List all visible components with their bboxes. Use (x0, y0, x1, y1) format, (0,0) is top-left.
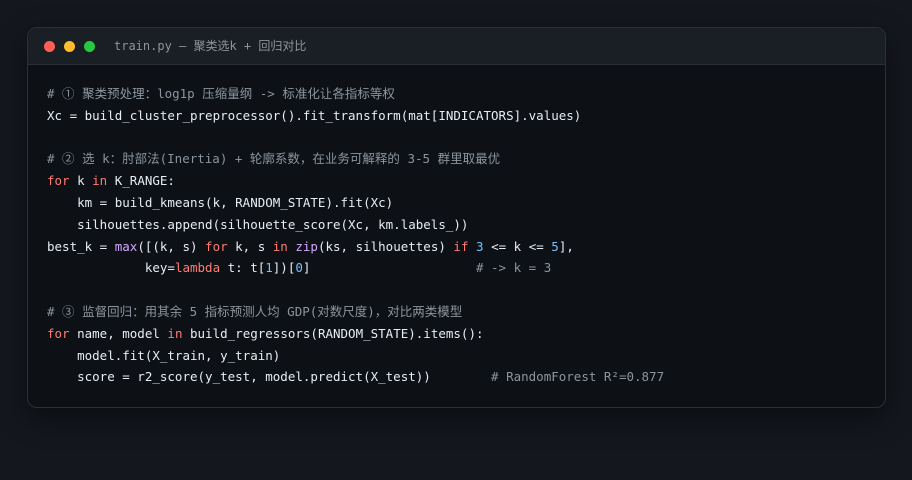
code-token-comment: # ② 选 k：肘部法(Inertia) + 轮廓系数，在业务可解释的 3-5 … (47, 151, 501, 167)
code-token-number: 1 (265, 260, 273, 276)
code-line: score = r2_score(y_test, model.predict(X… (47, 366, 664, 388)
code-line: # ② 选 k：肘部法(Inertia) + 轮廓系数，在业务可解释的 3-5 … (47, 148, 664, 170)
code-token-keyword: for (47, 173, 70, 189)
code-token-keyword: in (92, 173, 108, 189)
code-token-keyword: if (453, 238, 469, 254)
code-token-builtin: max (114, 238, 138, 254)
code-token-comment: # -> k = 3 (475, 260, 552, 276)
code-token-keyword: for (205, 238, 228, 254)
code-line: key=lambda t: t[1])[0] # -> k = 3 (47, 257, 664, 279)
maximize-button[interactable] (84, 41, 95, 52)
close-button[interactable] (44, 41, 55, 52)
code-token-keyword: in (272, 238, 288, 254)
code-token-keyword: lambda (174, 260, 221, 276)
code-token-plain: ([(k, s) (137, 238, 206, 254)
code-token-number: 5 (551, 238, 559, 254)
code-line: km = build_kmeans(k, RANDOM_STATE).fit(X… (47, 192, 664, 214)
code-token-plain: <= k <= (483, 238, 552, 254)
code-token-plain: (ks, silhouettes) (317, 238, 454, 254)
code-line: Xc = build_cluster_preprocessor().fit_tr… (47, 105, 664, 127)
code-token-plain: K_RANGE: (107, 173, 175, 189)
code-token-plain: ], (558, 238, 574, 254)
code-token-comment: # ① 聚类预处理：log1p 压缩量纲 -> 标准化让各指标等权 (47, 86, 395, 101)
code-line: best_k = max([(k, s) for k, s in zip(ks,… (47, 236, 664, 258)
code-block[interactable]: # ① 聚类预处理：log1p 压缩量纲 -> 标准化让各指标等权 Xc = bu… (47, 83, 664, 388)
code-token-plain: best_k = (47, 238, 115, 254)
code-token-plain: k, s (227, 238, 273, 254)
code-token-plain: model.fit(X_train, y_train) (47, 347, 281, 363)
code-token-plain: build_regressors(RANDOM_STATE).items(): (182, 325, 484, 341)
code-token-comment: # ③ 监督回归：用其余 5 指标预测人均 GDP(对数尺度)，对比两类模型 (47, 303, 463, 319)
code-token-comment: # RandomForest R²=0.877 (491, 369, 665, 385)
code-line: for name, model in build_regressors(RAND… (47, 323, 664, 345)
code-line: for k in K_RANGE: (47, 170, 664, 192)
code-token-plain: name, model (69, 325, 168, 341)
code-token-plain: t: t[ (220, 260, 266, 276)
code-token-builtin: zip (295, 238, 318, 254)
code-line: silhouettes.append(silhouette_score(Xc, … (47, 214, 664, 236)
code-line: model.fit(X_train, y_train) (47, 345, 664, 367)
code-token-plain: k (69, 173, 93, 189)
code-token-plain: Xc = build_cluster_preprocessor().fit_tr… (47, 107, 582, 123)
code-token-plain: km = build_kmeans(k, RANDOM_STATE).fit(X… (47, 194, 394, 210)
code-token-keyword: for (47, 325, 70, 341)
code-token-plain: silhouettes.append(silhouette_score(Xc, … (47, 216, 469, 232)
code-window: train.py — 聚类选k + 回归对比 # ① 聚类预处理：log1p 压… (27, 27, 886, 408)
title-bar[interactable]: train.py — 聚类选k + 回归对比 (28, 28, 885, 65)
code-token-plain: score = r2_score(y_test, model.predict(X… (47, 369, 492, 385)
code-token-plain: key= (47, 260, 175, 276)
code-token-number: 0 (295, 260, 303, 276)
code-token-keyword: in (167, 325, 183, 341)
code-token-number: 3 (476, 238, 484, 254)
window-title: train.py — 聚类选k + 回归对比 (114, 39, 307, 53)
minimize-button[interactable] (64, 41, 75, 52)
code-token-plain: ])[ (272, 260, 296, 276)
code-line: # ① 聚类预处理：log1p 压缩量纲 -> 标准化让各指标等权 (47, 83, 664, 105)
code-token-plain: ] (302, 260, 476, 276)
code-line: # ③ 监督回归：用其余 5 指标预测人均 GDP(对数尺度)，对比两类模型 (47, 301, 664, 323)
